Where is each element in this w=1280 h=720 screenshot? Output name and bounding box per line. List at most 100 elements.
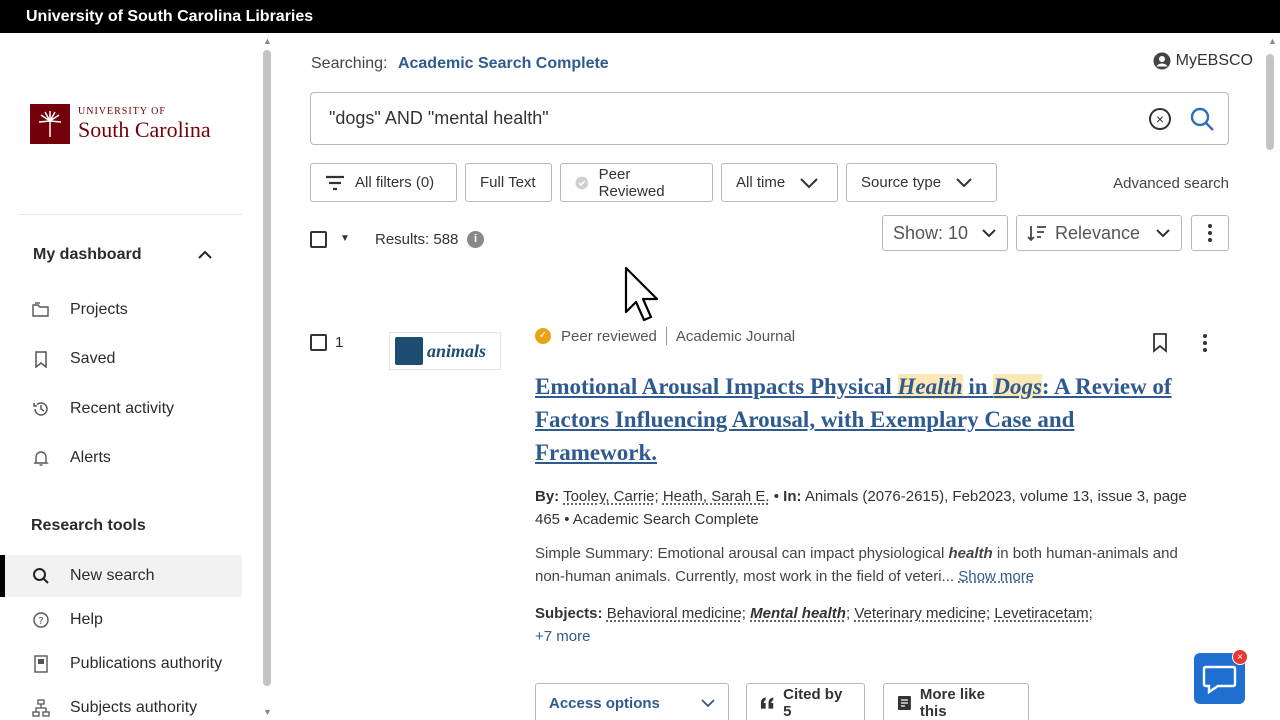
title-part: in (962, 374, 994, 399)
title-part: Emotional Arousal Impacts Physical (535, 374, 898, 399)
access-options-dropdown[interactable]: Access options (535, 683, 729, 720)
sort-dropdown[interactable]: Relevance (1016, 215, 1182, 251)
source-type-dropdown[interactable]: Source type (846, 163, 997, 202)
sidebar-scrollbar[interactable] (263, 50, 271, 686)
sidebar-item-label: Saved (70, 350, 116, 367)
clear-search-icon[interactable]: × (1149, 108, 1171, 130)
search-icon (32, 567, 50, 585)
more-subjects-link[interactable]: +7 more (535, 628, 590, 645)
my-dashboard-toggle[interactable]: My dashboard (33, 241, 213, 269)
page-scrollbar[interactable] (1266, 54, 1274, 150)
result-number: 1 (335, 334, 344, 351)
results-more-options-icon[interactable] (1191, 215, 1229, 251)
mouse-pointer-icon (624, 266, 659, 322)
bell-icon (32, 449, 50, 467)
sidebar-item-subjects-authority[interactable]: Subjects authority (0, 687, 242, 720)
subject-link[interactable]: Behavioral medicine (607, 605, 742, 622)
result-more-options-icon[interactable] (1203, 334, 1207, 352)
subject-link[interactable]: Mental health (750, 605, 846, 622)
full-text-button[interactable]: Full Text (465, 163, 552, 202)
search-box: × (310, 92, 1229, 145)
sidebar-item-recent-activity[interactable]: Recent activity (0, 388, 242, 430)
bookmark-icon[interactable] (1152, 333, 1168, 353)
sidebar-item-help[interactable]: ? Help (0, 599, 242, 641)
searching-label: Searching: (311, 55, 388, 72)
show-more-link[interactable]: Show more (958, 568, 1034, 585)
chevron-down-icon (1156, 229, 1170, 238)
more-like-this-button[interactable]: More like this (883, 683, 1029, 720)
summary-text: Simple Summary: Emotional arousal can im… (535, 545, 949, 562)
logo-line2: South Carolina (78, 117, 211, 142)
sidebar: UNIVERSITY OF South Carolina My dashboar… (0, 33, 262, 720)
sidebar-item-label: Subjects authority (70, 699, 198, 716)
chat-close-icon[interactable]: × (1232, 649, 1248, 665)
logo-line1: UNIVERSITY OF (78, 106, 166, 117)
title-highlight: Dogs (993, 374, 1042, 399)
chevron-down-icon (800, 177, 818, 188)
sidebar-scroll-up[interactable]: ▲ (263, 36, 272, 46)
peer-reviewed-button[interactable]: Peer Reviewed (560, 163, 713, 202)
sidebar-item-alerts[interactable]: Alerts (0, 437, 242, 479)
chevron-down-icon (982, 229, 996, 238)
institution-banner: University of South Carolina Libraries (0, 0, 1280, 33)
show-per-page-dropdown[interactable]: Show: 10 (882, 215, 1008, 251)
advanced-search-link[interactable]: Advanced search (1113, 175, 1229, 192)
results-toolbar: ▼ Results: 588 i Show: 10 Relevance (310, 215, 1229, 261)
research-tools-heading: Research tools (31, 517, 146, 534)
sidebar-scroll-down[interactable]: ▼ (263, 707, 272, 717)
by-label: By: (535, 488, 560, 505)
account-icon (1153, 52, 1171, 70)
myebsco-button[interactable]: MyEBSCO (1153, 52, 1253, 70)
cited-by-label: Cited by 5 (783, 686, 843, 720)
search-input[interactable] (311, 93, 1131, 144)
sidebar-item-saved[interactable]: Saved (0, 338, 242, 380)
sidebar-item-label: Alerts (70, 449, 111, 466)
all-time-label: All time (736, 174, 786, 191)
search-icon[interactable] (1188, 105, 1216, 133)
more-like-this-label: More like this (919, 686, 985, 720)
bookmark-icon (32, 350, 50, 368)
result-subjects: Subjects: Behavioral medicine; Mental he… (535, 605, 1093, 645)
help-icon: ? (32, 611, 50, 629)
palmetto-icon (30, 104, 70, 144)
cited-by-button[interactable]: Cited by 5 (746, 683, 865, 720)
database-link[interactable]: Academic Search Complete (398, 55, 609, 72)
chevron-up-icon (198, 250, 212, 259)
access-options-label: Access options (549, 694, 660, 712)
sort-icon (1027, 226, 1046, 242)
journal-logo-icon (395, 337, 423, 365)
author-link[interactable]: Heath, Sarah E. (663, 488, 770, 505)
select-all-checkbox[interactable] (310, 231, 327, 248)
result-checkbox[interactable] (310, 334, 327, 351)
meta-separator (665, 327, 667, 345)
subject-link[interactable]: Levetiracetam (994, 605, 1088, 622)
info-icon[interactable]: i (467, 231, 484, 248)
in-label: In: (783, 488, 802, 505)
sidebar-item-publications-authority[interactable]: Publications authority (0, 643, 242, 685)
my-dashboard-label: My dashboard (33, 246, 142, 263)
subject-link[interactable]: Veterinary medicine (854, 605, 986, 622)
journal-thumbnail[interactable]: animals (389, 332, 501, 370)
peer-reviewed-text: Peer reviewed (561, 327, 657, 345)
publication-icon (32, 655, 50, 673)
sidebar-item-label: Projects (70, 301, 128, 318)
hierarchy-icon (32, 699, 50, 717)
all-time-dropdown[interactable]: All time (721, 163, 838, 202)
subjects-label: Subjects: (535, 605, 603, 622)
chevron-down-icon (956, 177, 972, 187)
sort-label: Relevance (1055, 222, 1141, 243)
page-scroll-up[interactable]: ▲ (1268, 36, 1277, 46)
svg-text:?: ? (38, 616, 43, 627)
folders-icon (32, 301, 50, 319)
select-menu-caret-icon[interactable]: ▼ (340, 233, 350, 244)
sidebar-item-new-search[interactable]: New search (0, 555, 242, 597)
journal-logo-text: animals (427, 340, 487, 361)
result-title-link[interactable]: Emotional Arousal Impacts Physical Healt… (535, 370, 1175, 469)
summary-highlight: health (948, 545, 993, 562)
author-link[interactable]: Tooley, Carrie (563, 488, 654, 505)
quote-icon (760, 697, 774, 709)
university-logo[interactable]: UNIVERSITY OF South Carolina (30, 104, 211, 144)
searching-line: Searching: Academic Search Complete (311, 55, 609, 73)
all-filters-button[interactable]: All filters (0) (310, 163, 457, 202)
sidebar-item-projects[interactable]: Projects (0, 289, 242, 331)
